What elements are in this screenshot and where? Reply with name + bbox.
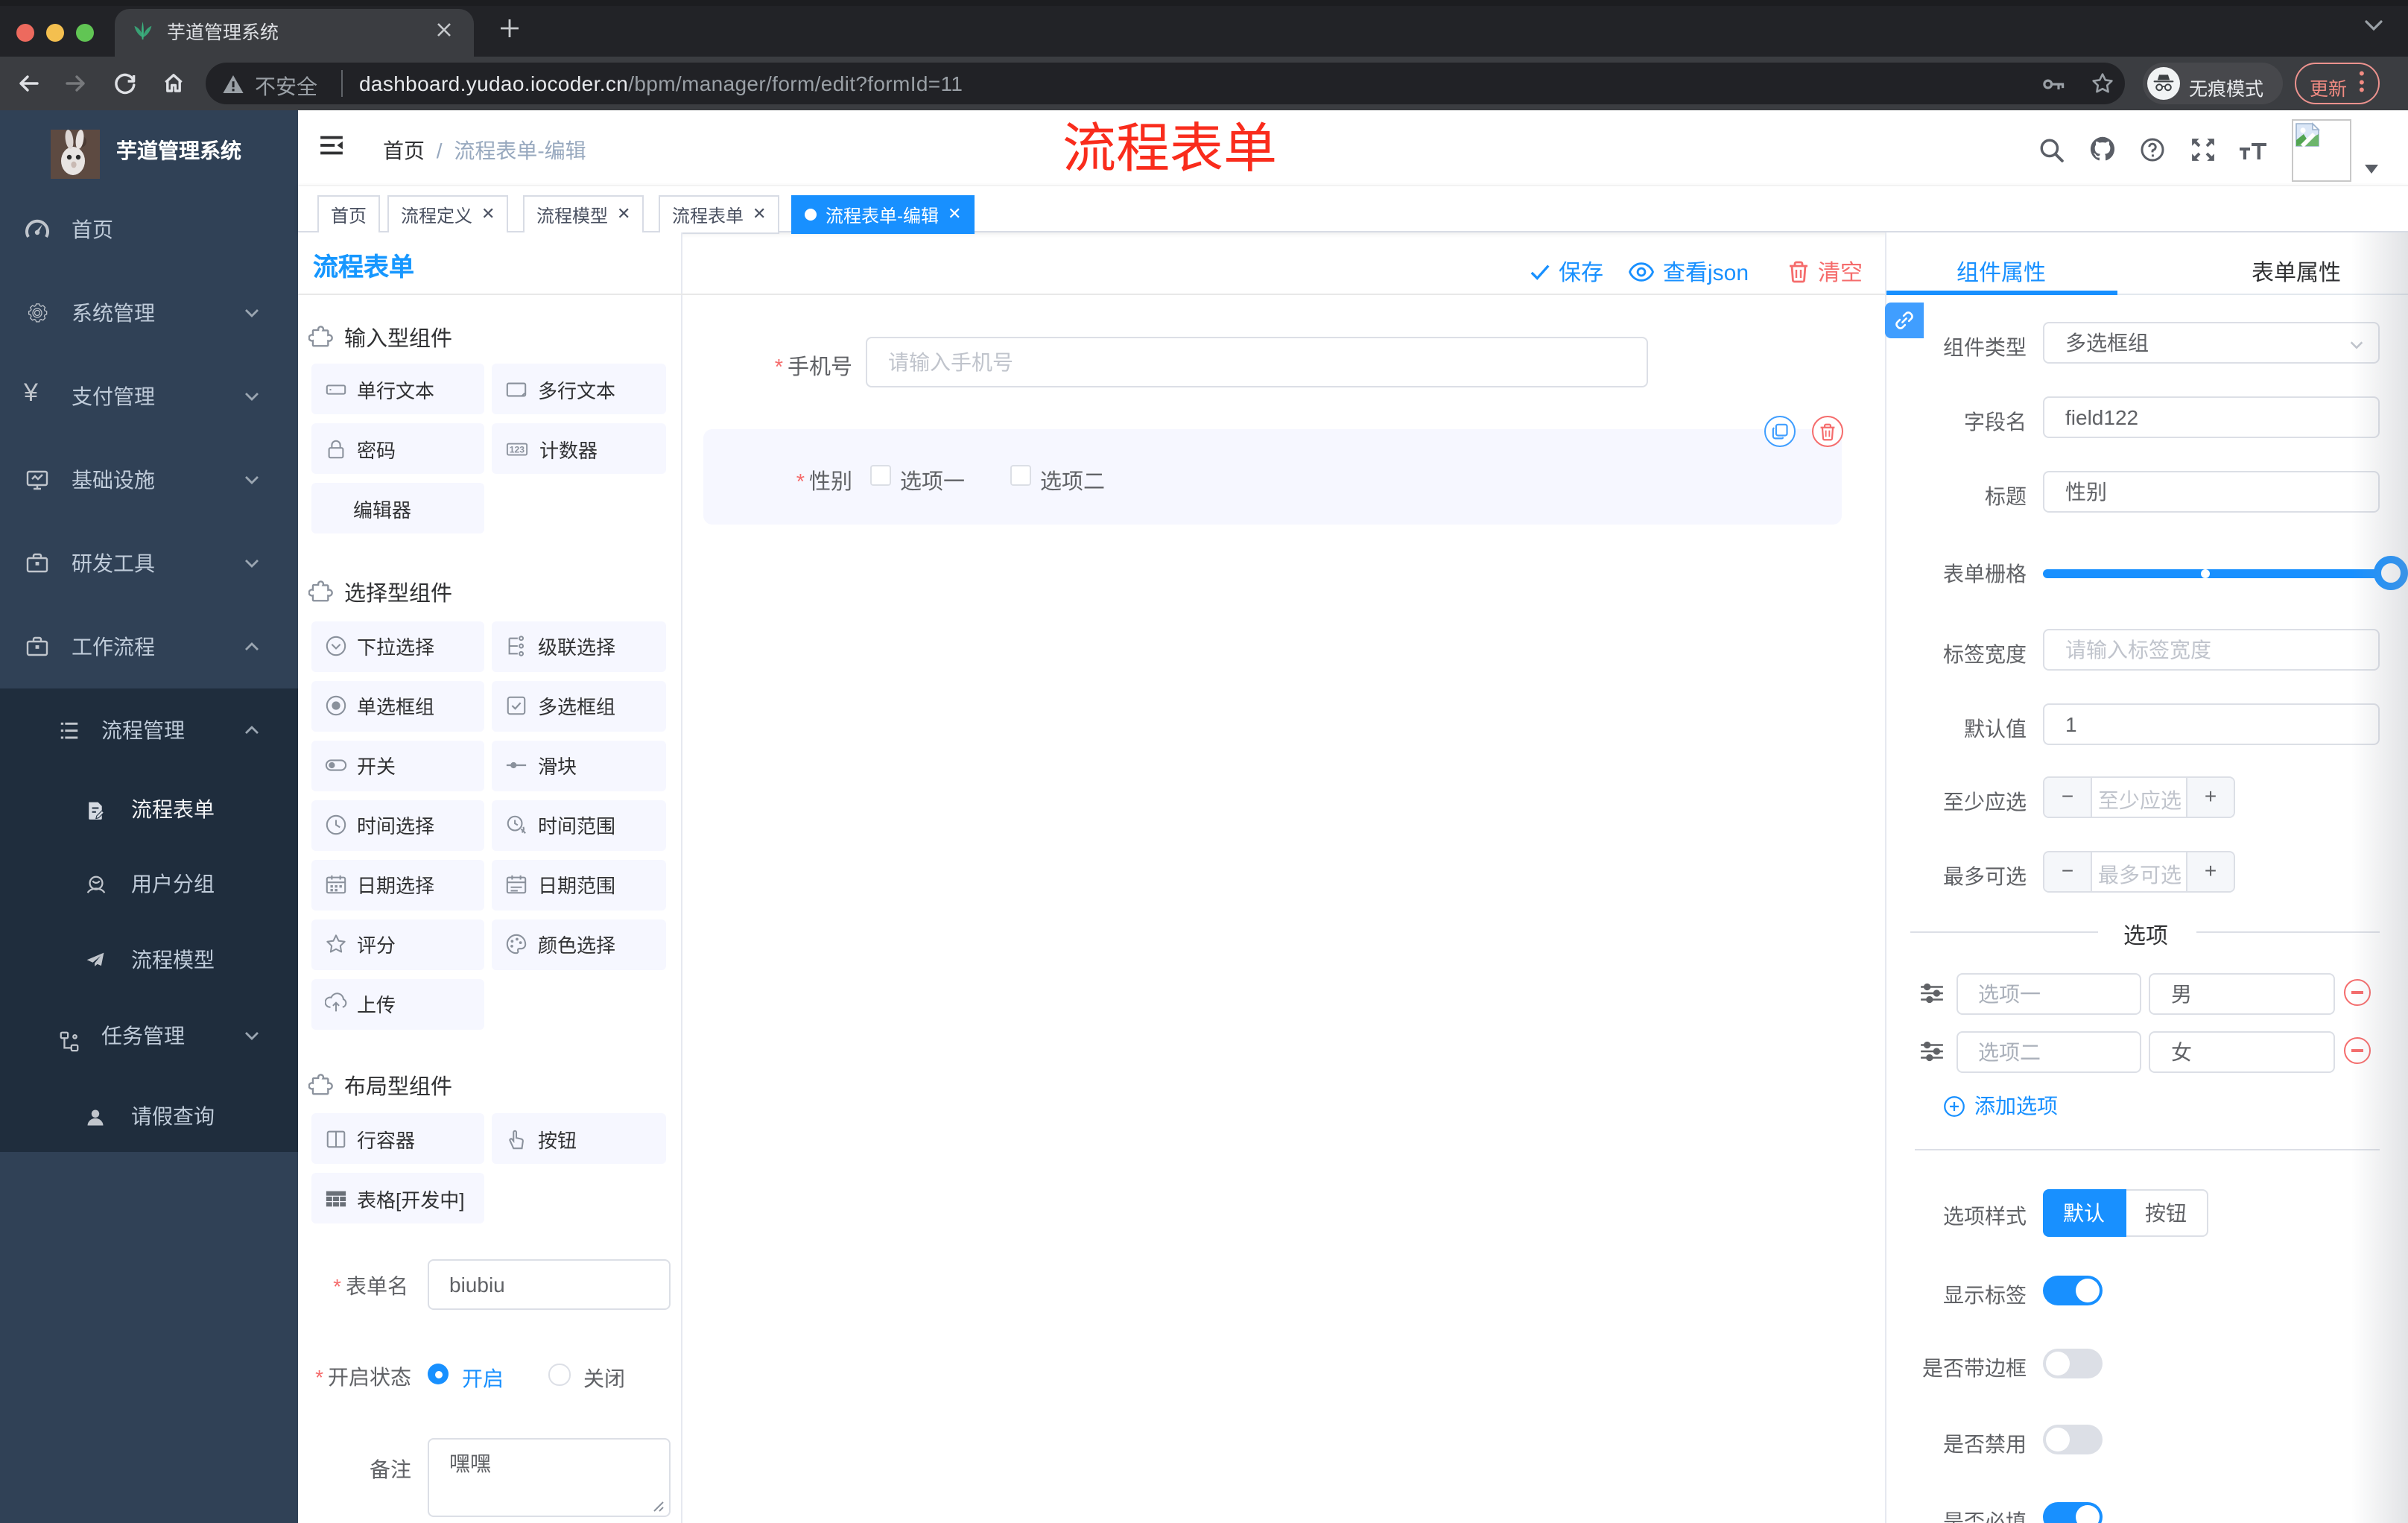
svg-text:123: 123 <box>510 444 525 455</box>
